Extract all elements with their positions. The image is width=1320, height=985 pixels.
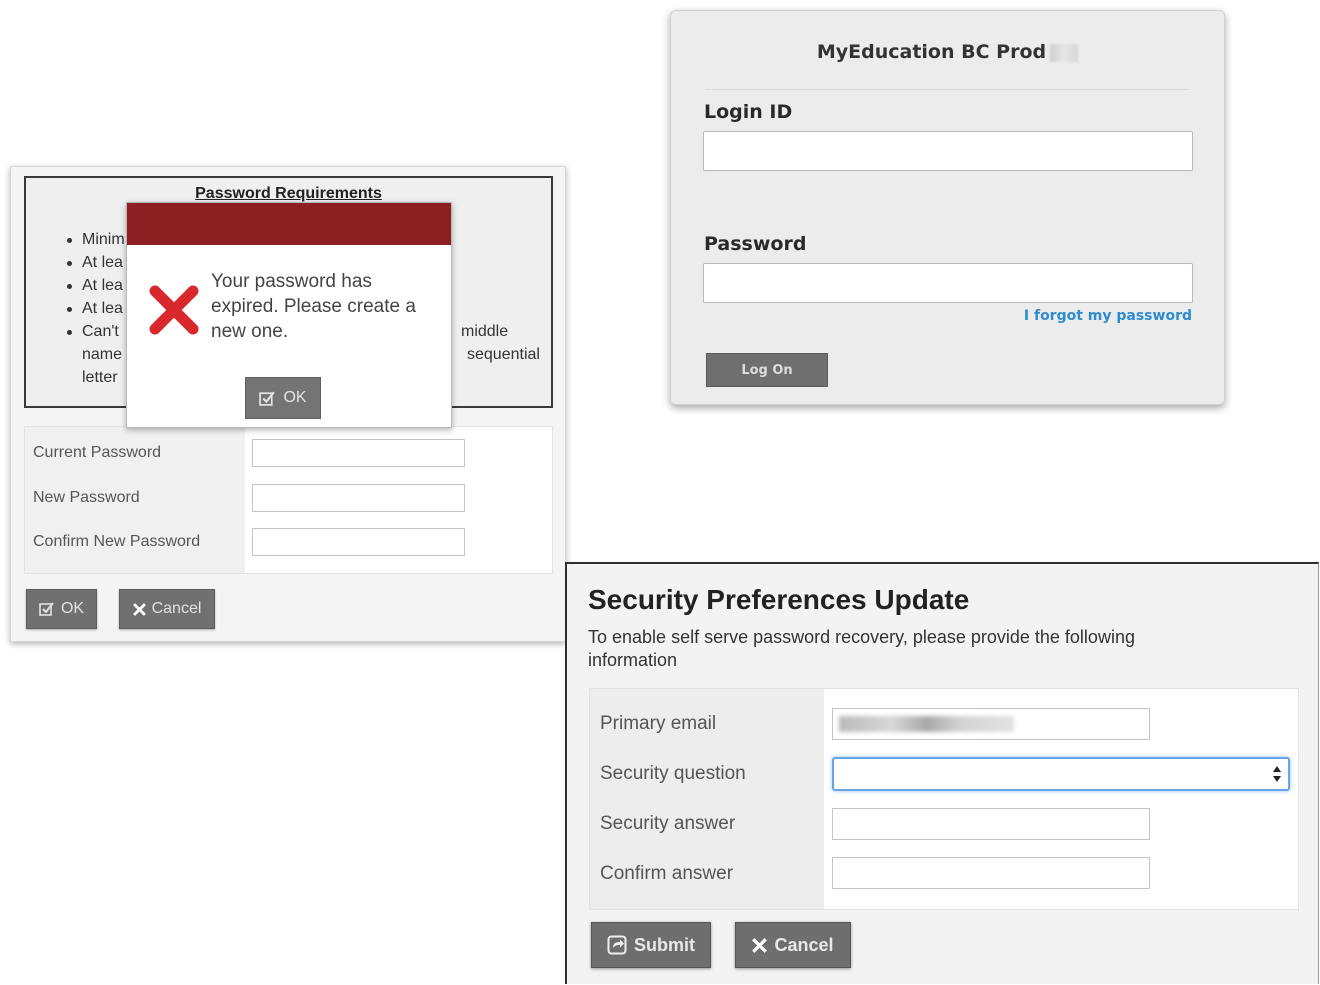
confirm-answer-input[interactable] <box>832 857 1150 889</box>
security-preferences-panel: Security Preferences Update To enable se… <box>565 562 1319 984</box>
requirement-text-fragment: letter <box>82 369 118 386</box>
redacted-blur <box>1050 43 1079 62</box>
primary-email-label: Primary email <box>600 713 717 734</box>
current-password-input[interactable] <box>252 439 465 467</box>
modal-header <box>127 203 451 245</box>
password-expired-modal: Your password has expired. Please create… <box>126 202 452 428</box>
requirement-item: Minim <box>67 228 125 251</box>
requirement-text-fragment: middle <box>461 323 509 340</box>
cancel-button-label: Cancel <box>151 600 202 617</box>
login-title: MyEducation BC Prod <box>671 41 1224 63</box>
security-preferences-description: To enable self serve password recovery, … <box>588 627 1135 670</box>
primary-email-input[interactable] <box>832 708 1150 740</box>
requirement-item: Can't <box>67 320 125 343</box>
requirement-text-fragment: name <box>82 346 123 363</box>
requirement-text-fragment: sequential <box>467 346 540 363</box>
requirement-item: At lea <box>67 297 125 320</box>
cancel-button-label: Cancel <box>774 934 834 955</box>
redacted-email <box>839 716 1014 732</box>
log-on-button[interactable]: Log On <box>706 353 828 387</box>
login-id-input[interactable] <box>703 131 1193 171</box>
requirement-item: At lea <box>67 251 125 274</box>
security-preferences-title: Security Preferences Update <box>588 584 970 615</box>
security-preferences-form: Primary email Security question Security… <box>589 688 1299 910</box>
ok-button-label: OK <box>60 600 85 617</box>
login-panel: MyEducation BC Prod Login ID Password I … <box>670 10 1225 405</box>
close-icon <box>132 602 146 616</box>
requirement-right-text: middle sequential <box>461 320 540 366</box>
requirement-continuation: name letter <box>82 343 122 389</box>
requirements-list: Minim At lea At lea At lea Can't <box>67 228 125 343</box>
requirements-title: Password Requirements <box>195 185 382 202</box>
current-password-label: Current Password <box>33 444 162 461</box>
modal-ok-label: OK <box>283 389 307 406</box>
submit-button-label: Submit <box>634 934 695 955</box>
login-title-text: MyEducation BC Prod <box>816 41 1047 63</box>
new-password-input[interactable] <box>252 484 465 512</box>
cancel-button[interactable]: Cancel <box>119 589 215 629</box>
ok-button[interactable]: OK <box>26 589 97 629</box>
security-question-label: Security question <box>600 763 746 784</box>
forgot-password-link[interactable]: I forgot my password <box>1024 308 1192 324</box>
security-cancel-button[interactable]: Cancel <box>735 922 851 968</box>
new-password-label: New Password <box>33 489 140 506</box>
checkbox-check-icon <box>259 390 276 406</box>
security-question-select[interactable] <box>832 757 1290 791</box>
checkbox-check-icon <box>39 602 54 616</box>
change-password-form: Current Password New Password Confirm Ne… <box>24 426 553 574</box>
password-input[interactable] <box>703 263 1193 303</box>
requirement-item: At lea <box>67 274 125 297</box>
security-answer-input[interactable] <box>832 808 1150 840</box>
confirm-new-password-input[interactable] <box>252 528 465 556</box>
login-divider <box>706 89 1189 90</box>
password-label: Password <box>704 233 807 255</box>
login-id-label: Login ID <box>704 101 793 123</box>
modal-ok-button[interactable]: OK <box>245 377 321 419</box>
confirm-answer-label: Confirm answer <box>600 863 734 884</box>
submit-icon <box>607 935 627 955</box>
security-answer-label: Security answer <box>600 813 736 834</box>
confirm-new-password-label: Confirm New Password <box>33 533 201 550</box>
error-x-icon <box>149 285 199 335</box>
submit-button[interactable]: Submit <box>591 922 711 968</box>
select-arrows-icon <box>1273 766 1281 782</box>
modal-message: Your password has expired. Please create… <box>211 271 416 342</box>
close-icon <box>752 937 768 953</box>
